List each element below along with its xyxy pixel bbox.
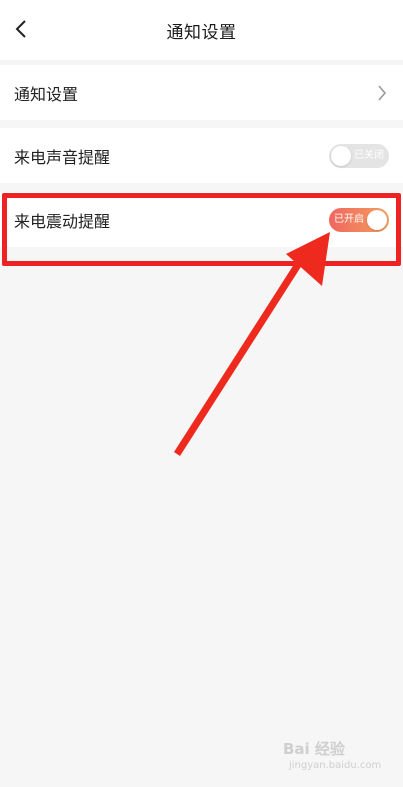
chevron-right-icon [375, 84, 389, 102]
screen: 通知设置 通知设置 来电声音提醒 已关闭 来电震动提醒 已开启 Bai 经验 j… [0, 0, 403, 787]
row-label: 通知设置 [14, 84, 79, 104]
watermark-url: jingyan.baidu.com [289, 760, 382, 771]
row-notification-settings[interactable]: 通知设置 [0, 65, 403, 120]
row-call-vibration-alert: 来电震动提醒 已开启 [0, 192, 403, 247]
page-title: 通知设置 [166, 23, 237, 43]
call-sound-toggle[interactable]: 已关闭 [329, 143, 389, 168]
row-label: 来电声音提醒 [14, 147, 111, 167]
watermark-brand: Bai 经验 [283, 740, 345, 758]
annotation-arrow-shaft [174, 258, 304, 456]
baidu-watermark: Bai 经验 jingyan.baidu.com [283, 738, 393, 778]
toggle-status-text: 已关闭 [354, 149, 384, 161]
row-label: 来电震动提醒 [14, 211, 111, 231]
row-call-sound-alert: 来电声音提醒 已关闭 [0, 128, 403, 183]
toggle-knob [367, 209, 387, 230]
call-vibration-toggle[interactable]: 已开启 [329, 207, 389, 232]
toggle-knob [331, 145, 351, 166]
header-bar: 通知设置 [0, 0, 403, 60]
toggle-status-text: 已开启 [334, 213, 364, 225]
